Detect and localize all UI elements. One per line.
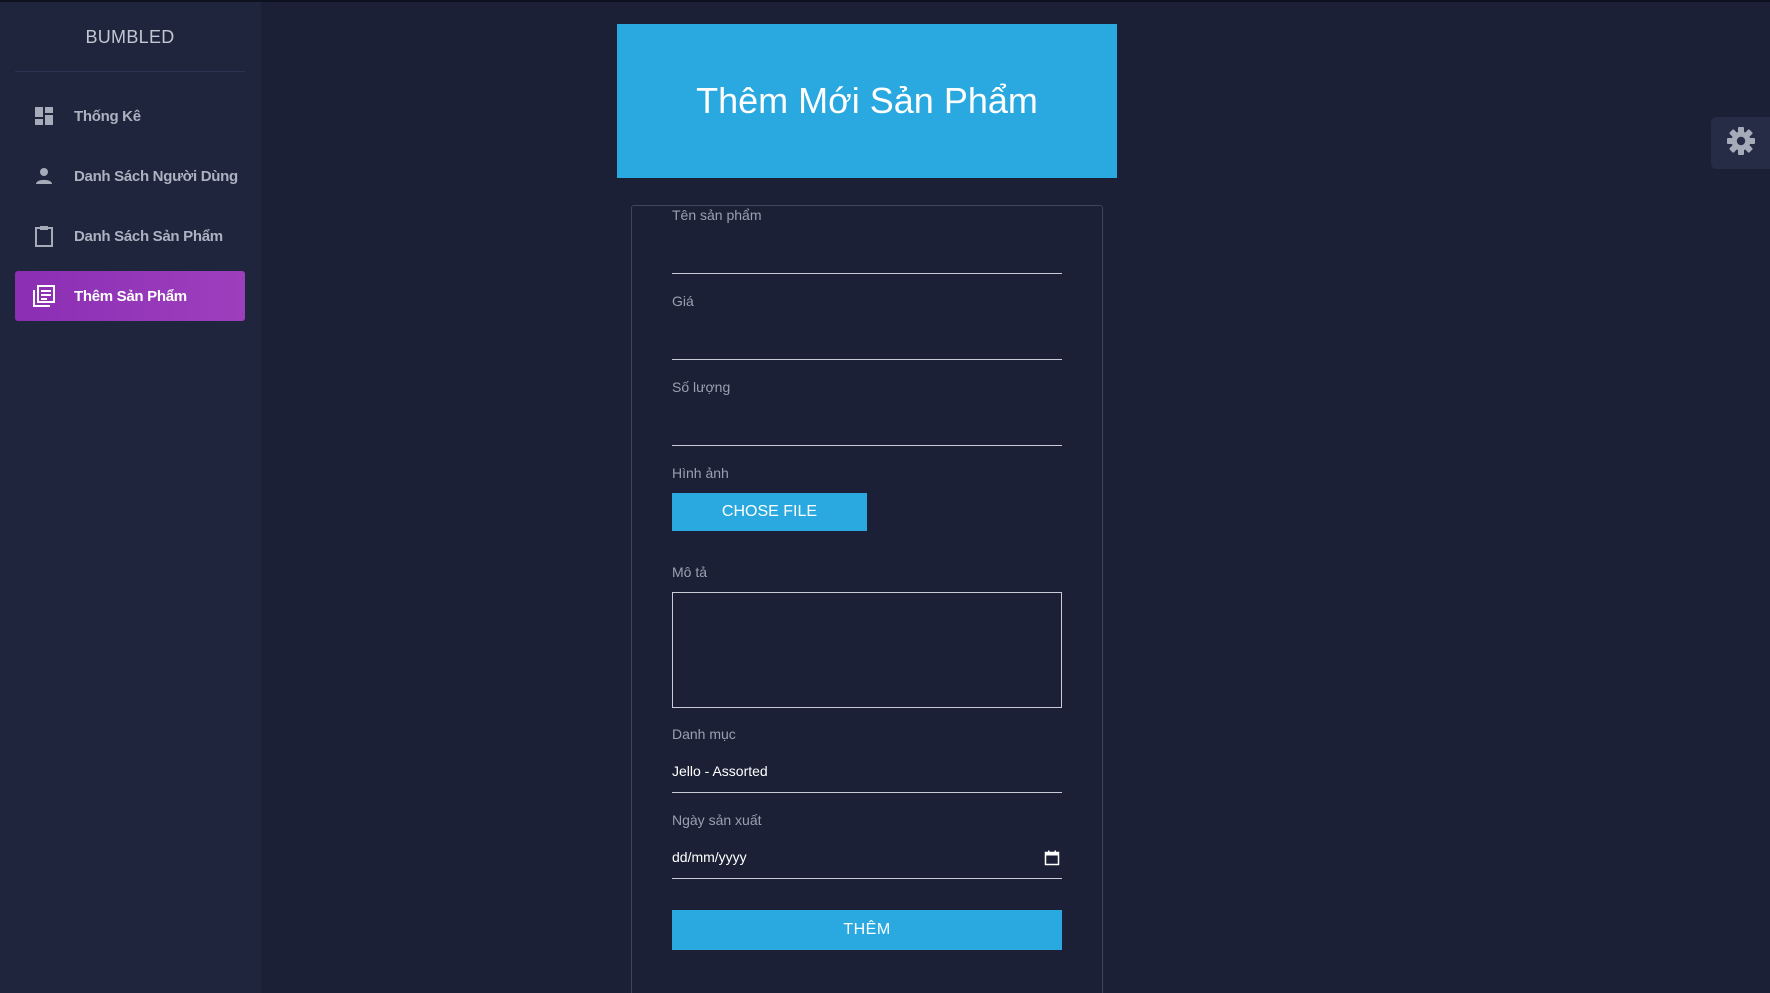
sidebar-item-add-product[interactable]: Thêm Sản Phẩm	[15, 271, 245, 321]
choose-file-button[interactable]: CHOSE FILE	[672, 493, 867, 531]
description-label: Mô tả	[672, 564, 708, 580]
name-input[interactable]	[672, 273, 1062, 274]
add-product-form: Tên sản phẩm Giá Số lượng Hình ảnh CHOSE…	[631, 205, 1103, 993]
description-textarea[interactable]	[672, 592, 1062, 708]
sidebar-item-label: Thêm Sản Phẩm	[74, 287, 187, 305]
dashboard-icon	[33, 105, 55, 127]
image-label: Hình ảnh	[672, 465, 729, 481]
page-title: Thêm Mới Sản Phẩm	[696, 80, 1038, 121]
sidebar-item-products[interactable]: Danh Sách Sản Phẩm	[15, 211, 245, 261]
sidebar-item-label: Thống Kê	[74, 107, 141, 125]
settings-button[interactable]	[1711, 117, 1770, 169]
quantity-input[interactable]	[672, 445, 1062, 446]
person-icon	[33, 165, 55, 187]
brand-divider	[15, 71, 245, 72]
category-underline	[672, 792, 1062, 793]
quantity-label: Số lượng	[672, 379, 731, 395]
clipboard-icon	[33, 225, 55, 247]
category-label: Danh mục	[672, 726, 736, 742]
calendar-icon[interactable]	[1044, 850, 1060, 866]
price-label: Giá	[672, 293, 694, 309]
name-label: Tên sản phẩm	[672, 207, 762, 223]
sidebar-item-label: Danh Sách Người Dùng	[74, 167, 238, 185]
sidebar: BUMBLED Thống Kê Danh Sách Người Dùng Da…	[0, 2, 261, 993]
library-books-icon	[33, 285, 55, 307]
top-border	[0, 0, 1770, 2]
date-underline	[672, 878, 1062, 879]
date-label: Ngày sản xuất	[672, 812, 762, 828]
date-input[interactable]: dd/mm/yyyy	[672, 849, 747, 865]
sidebar-item-users[interactable]: Danh Sách Người Dùng	[15, 151, 245, 201]
price-input[interactable]	[672, 359, 1062, 360]
sidebar-item-thong-ke[interactable]: Thống Kê	[15, 91, 245, 141]
brand-logo[interactable]: BUMBLED	[15, 27, 245, 48]
page-header: Thêm Mới Sản Phẩm	[617, 24, 1117, 178]
sidebar-item-label: Danh Sách Sản Phẩm	[74, 227, 223, 245]
category-select[interactable]: Jello - Assorted	[672, 763, 768, 779]
add-button[interactable]: THÊM	[672, 910, 1062, 950]
gear-icon	[1726, 126, 1756, 161]
